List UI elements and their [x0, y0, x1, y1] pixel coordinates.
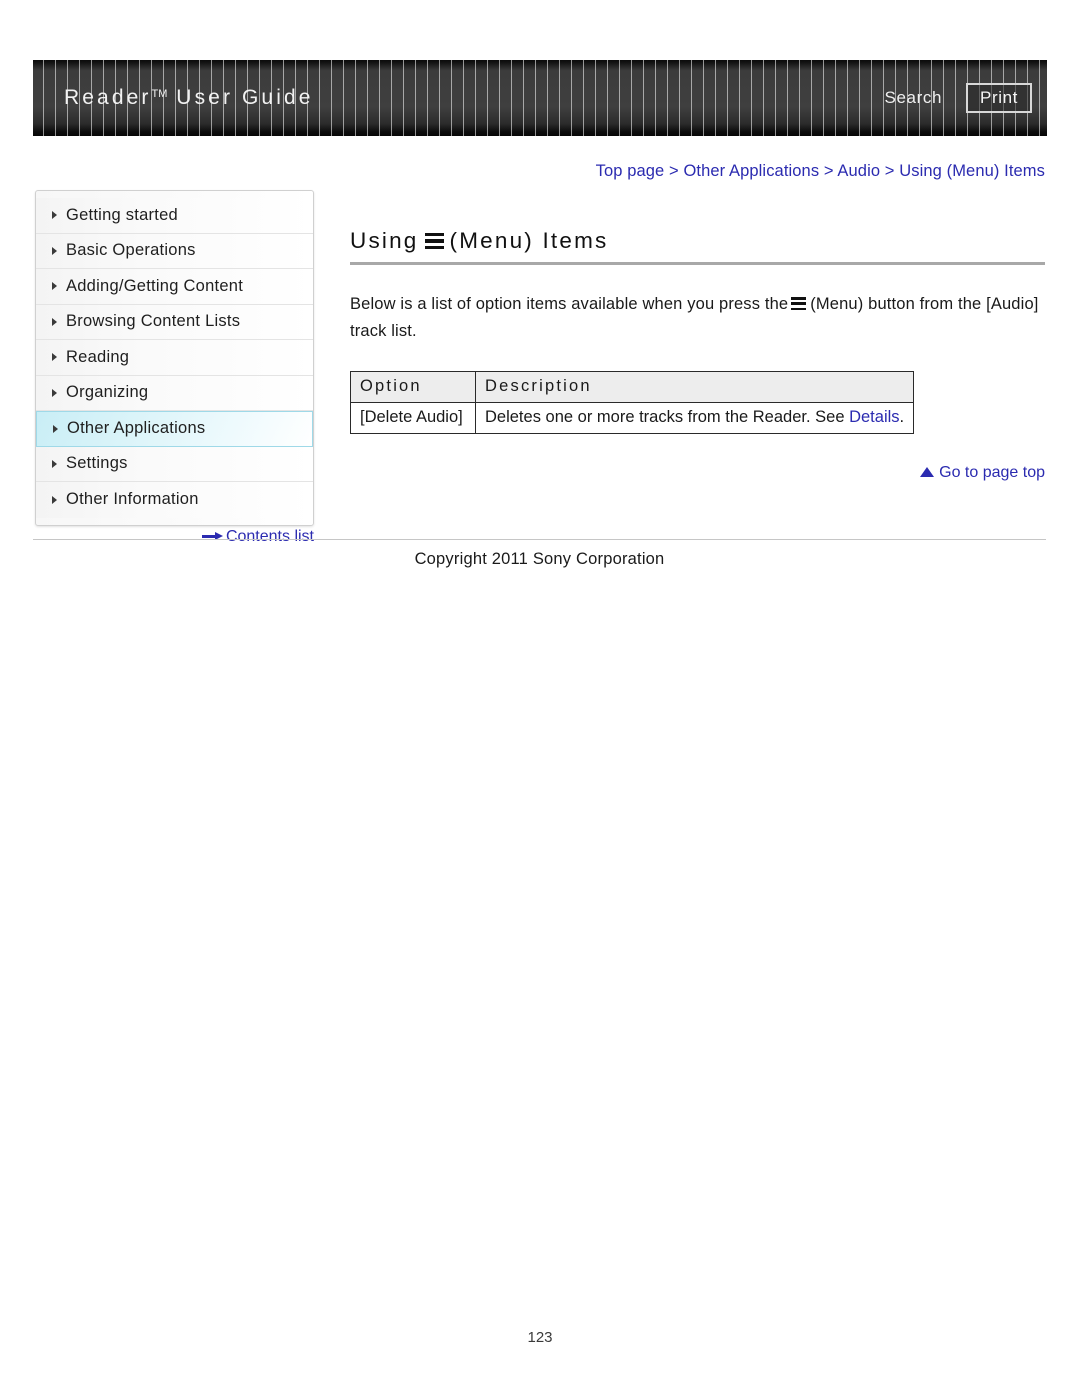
sidebar-item-label: Getting started: [66, 205, 178, 224]
app-title-suffix: User Guide: [167, 86, 314, 109]
print-button[interactable]: Print: [966, 83, 1032, 113]
triangle-right-icon: [52, 388, 57, 397]
sidebar-navigation: Getting started Basic Operations Adding/…: [35, 190, 314, 526]
page-number: 123: [527, 1329, 553, 1346]
description-text: Deletes one or more tracks from the Read…: [485, 408, 850, 426]
triangle-right-icon: [52, 353, 57, 362]
sidebar-item-label: Organizing: [66, 383, 149, 402]
sidebar-item-browsing-content-lists[interactable]: Browsing Content Lists: [36, 304, 313, 340]
breadcrumb-item-audio[interactable]: Audio: [837, 162, 880, 180]
breadcrumb-item-other-applications[interactable]: Other Applications: [683, 162, 819, 180]
page-title-suffix: (Menu) Items: [449, 228, 609, 253]
app-title: ReaderTM User Guide: [64, 86, 314, 110]
breadcrumb-item-current[interactable]: Using (Menu) Items: [899, 162, 1045, 180]
body-text-before-icon: Below is a list of option items availabl…: [350, 295, 789, 313]
sidebar-item-getting-started[interactable]: Getting started: [36, 198, 313, 234]
footer-divider: [33, 539, 1046, 540]
table-header-row: Option Description: [350, 371, 915, 403]
breadcrumb-separator: >: [884, 162, 895, 180]
menu-hamburger-icon: [424, 233, 444, 250]
triangle-right-icon: [52, 211, 57, 220]
column-header-description: Description: [474, 371, 915, 403]
sidebar-item-settings[interactable]: Settings: [36, 446, 313, 482]
copyright-text: Copyright 2011 Sony Corporation: [414, 550, 665, 568]
body-paragraph: Below is a list of option items availabl…: [350, 291, 1050, 345]
triangle-right-icon: [53, 424, 58, 433]
sidebar-item-label: Other Applications: [67, 419, 206, 438]
breadcrumb-item-top-page[interactable]: Top page: [596, 162, 665, 180]
triangle-right-icon: [52, 317, 57, 326]
arrow-up-icon: [920, 467, 935, 477]
header-banner: ReaderTM User Guide Search Print: [33, 60, 1047, 136]
menu-hamburger-icon: [791, 297, 807, 311]
sidebar-item-label: Reading: [66, 347, 130, 366]
triangle-right-icon: [52, 246, 57, 255]
breadcrumb: Top page > Other Applications > Audio > …: [350, 162, 1045, 181]
sidebar-item-label: Settings: [66, 454, 128, 473]
sidebar-item-label: Other Information: [66, 490, 199, 509]
triangle-right-icon: [52, 282, 57, 291]
page-title-prefix: Using: [350, 228, 419, 253]
sidebar-item-basic-operations[interactable]: Basic Operations: [36, 233, 313, 269]
go-to-page-top-label: Go to page top: [939, 464, 1045, 481]
triangle-right-icon: [52, 459, 57, 468]
sidebar-item-label: Basic Operations: [66, 241, 196, 260]
sidebar-item-other-information[interactable]: Other Information: [36, 482, 313, 518]
description-text-end: .: [899, 408, 905, 426]
table-row: [Delete Audio] Deletes one or more track…: [350, 402, 915, 434]
title-divider: [350, 262, 1045, 265]
column-header-option: Option: [350, 371, 476, 403]
sidebar-item-other-applications[interactable]: Other Applications: [36, 411, 313, 447]
sidebar-item-reading[interactable]: Reading: [36, 340, 313, 376]
search-button[interactable]: Search: [885, 88, 942, 108]
sidebar-item-label: Browsing Content Lists: [66, 312, 241, 331]
contents-list-label: Contents list: [225, 528, 314, 545]
cell-option-delete-audio: [Delete Audio]: [350, 402, 476, 434]
go-to-page-top-link[interactable]: Go to page top: [350, 464, 1045, 482]
breadcrumb-separator: >: [823, 162, 834, 180]
cell-description-delete-audio: Deletes one or more tracks from the Read…: [474, 402, 915, 434]
details-link[interactable]: Details: [849, 408, 899, 426]
page-title: Using (Menu) Items: [350, 228, 608, 254]
app-title-text: Reader: [64, 86, 152, 109]
trademark-symbol: TM: [151, 88, 168, 100]
contents-list-link[interactable]: Contents list: [35, 528, 314, 546]
sidebar-item-organizing[interactable]: Organizing: [36, 375, 313, 411]
sidebar-item-adding-getting-content[interactable]: Adding/Getting Content: [36, 269, 313, 305]
breadcrumb-separator: >: [669, 162, 679, 180]
triangle-right-icon: [52, 495, 57, 504]
menu-options-table: Option Description [Delete Audio] Delete…: [350, 371, 915, 434]
sidebar-item-label: Adding/Getting Content: [66, 276, 244, 295]
